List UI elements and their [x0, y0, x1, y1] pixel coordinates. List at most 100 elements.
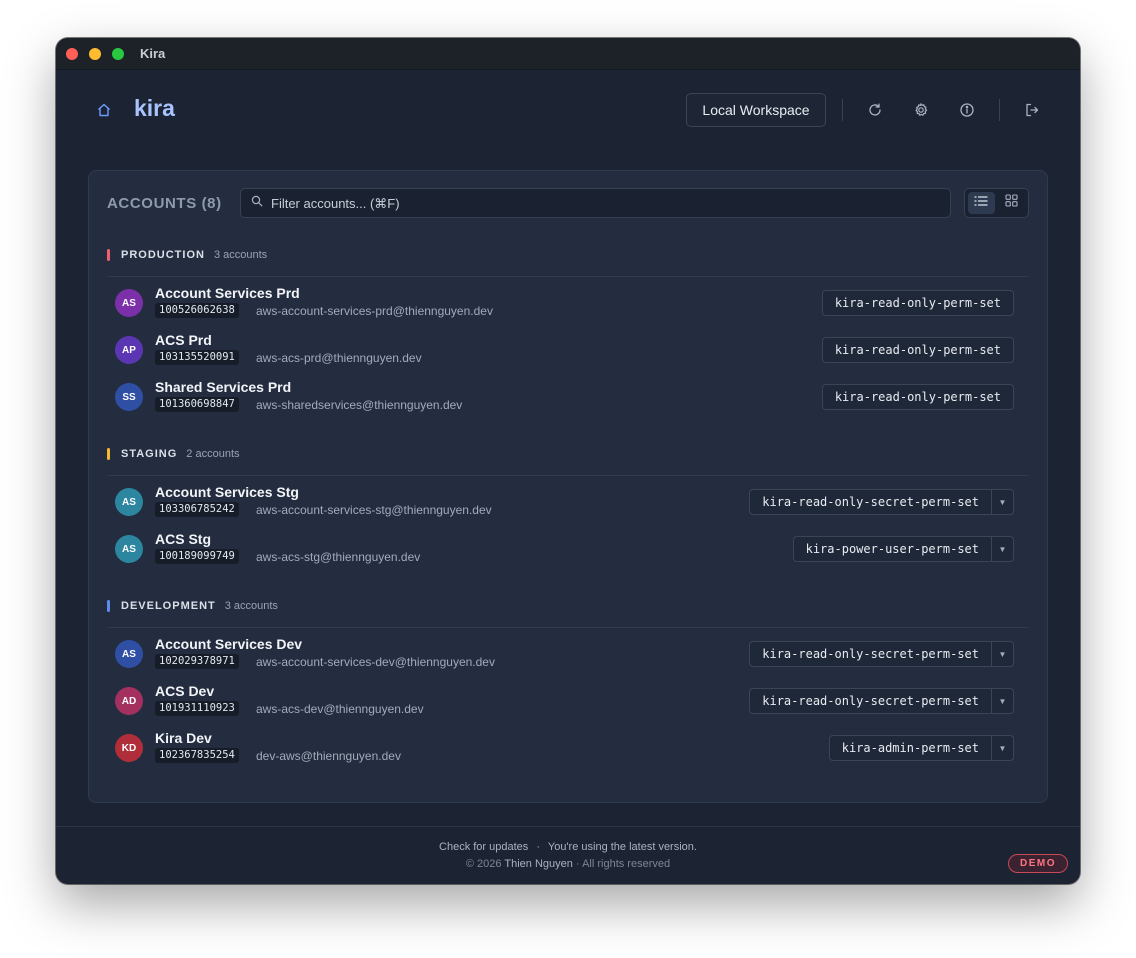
- group-name: DEVELOPMENT: [121, 599, 216, 612]
- update-status-text: You're using the latest version.: [547, 841, 697, 853]
- account-id[interactable]: 100189099749: [155, 549, 239, 564]
- avatar: KD: [115, 734, 143, 762]
- account-row[interactable]: AD ACS Dev 101931110923 aws-acs-dev@thienng…: [107, 679, 1029, 726]
- chevron-down-icon[interactable]: ▼: [991, 642, 1013, 666]
- logout-icon[interactable]: [1024, 102, 1040, 118]
- account-id[interactable]: 101360698847: [155, 397, 239, 412]
- permission-set-label: kira-read-only-perm-set: [834, 296, 1001, 310]
- account-name: Account Services Stg: [155, 484, 299, 500]
- minimize-window-button[interactable]: [89, 47, 101, 60]
- group-header-0: PRODUCTION 3 accounts: [107, 241, 1029, 277]
- chevron-down-icon[interactable]: ▼: [991, 537, 1013, 561]
- account-name: Account Services Prd: [155, 285, 300, 301]
- search-icon: [251, 194, 263, 212]
- account-email: aws-account-services-prd@thiennguyen.dev: [256, 304, 493, 318]
- grid-view-icon: [1005, 194, 1018, 212]
- avatar: AD: [115, 687, 143, 715]
- chevron-down-icon[interactable]: ▼: [991, 490, 1013, 514]
- avatar: AP: [115, 336, 143, 364]
- account-row[interactable]: AP ACS Prd 103135520091 aws-acs-prd@thienng…: [107, 328, 1029, 375]
- footer: Check for updates · You're using the lat…: [56, 826, 1080, 884]
- workspace-button[interactable]: Local Workspace: [686, 93, 826, 127]
- app-header: kira Local Workspace: [56, 70, 1080, 150]
- account-name: Account Services Dev: [155, 636, 303, 652]
- group-name: PRODUCTION: [121, 248, 205, 261]
- brand-logo-text: kira: [134, 95, 175, 121]
- account-id[interactable]: 101931110923: [155, 701, 239, 716]
- permission-set-select[interactable]: kira-read-only-secret-perm-set ▼: [749, 688, 1014, 714]
- permission-set-button[interactable]: kira-read-only-perm-set: [821, 290, 1014, 316]
- account-row[interactable]: AS ACS Stg 100189099749 aws-acs-stg@thienng…: [107, 527, 1029, 574]
- copyright-line: © 2026 Thien Nguyen · All rights reserve…: [56, 858, 1080, 870]
- chevron-down-icon[interactable]: ▼: [991, 736, 1013, 760]
- header-divider: [842, 99, 843, 121]
- permission-set-select[interactable]: kira-admin-perm-set ▼: [828, 735, 1014, 761]
- account-id[interactable]: 103135520091: [155, 350, 239, 365]
- permission-set-label: kira-read-only-perm-set: [834, 343, 1001, 357]
- accounts-panel: ACCOUNTS (8) PRODUCTION 3 accounts AS Accou…: [88, 170, 1048, 803]
- header-divider: [999, 99, 1000, 121]
- list-view-button[interactable]: [968, 192, 995, 214]
- account-email: aws-acs-prd@thiennguyen.dev: [256, 351, 422, 365]
- permission-set-button[interactable]: kira-read-only-perm-set: [821, 337, 1014, 363]
- zoom-window-button[interactable]: [112, 47, 124, 60]
- permission-set-label: kira-admin-perm-set: [841, 741, 979, 755]
- info-icon[interactable]: [959, 102, 975, 118]
- account-email: aws-acs-stg@thiennguyen.dev: [256, 550, 421, 564]
- group-color-bar: [107, 599, 110, 612]
- accounts-title: ACCOUNTS (8): [107, 195, 222, 212]
- avatar: SS: [115, 383, 143, 411]
- group-heading: PRODUCTION 3 accounts: [107, 241, 1029, 277]
- copyright-owner: Thien Nguyen: [504, 858, 573, 870]
- account-name: ACS Dev: [155, 683, 215, 699]
- filter-accounts-input[interactable]: [271, 195, 871, 211]
- account-name: Kira Dev: [155, 730, 212, 746]
- account-row[interactable]: AS Account Services Dev 102029378971 aws-ac…: [107, 632, 1029, 679]
- permission-set-select[interactable]: kira-read-only-secret-perm-set ▼: [749, 489, 1014, 515]
- avatar: AS: [115, 488, 143, 516]
- check-updates-link[interactable]: Check for updates: [439, 841, 528, 853]
- avatar: AS: [115, 535, 143, 563]
- close-window-button[interactable]: [66, 47, 78, 60]
- account-row[interactable]: AS Account Services Stg 103306785242 aws-ac…: [107, 480, 1029, 527]
- gear-icon[interactable]: [913, 102, 929, 118]
- home-icon[interactable]: [96, 102, 112, 118]
- account-name: ACS Prd: [155, 332, 212, 348]
- group-count: 3 accounts: [224, 599, 278, 612]
- account-email: aws-account-services-stg@thiennguyen.dev: [256, 503, 492, 517]
- copyright-rights: · All rights reserved: [575, 858, 671, 870]
- group-color-bar: [107, 447, 110, 460]
- account-email: dev-aws@thiennguyen.dev: [256, 749, 401, 763]
- permission-set-label: kira-read-only-secret-perm-set: [762, 647, 979, 661]
- account-email: aws-account-services-dev@thiennguyen.dev: [256, 655, 495, 669]
- account-row[interactable]: AS Account Services Prd 100526062638 aws-ac…: [107, 281, 1029, 328]
- permission-set-select[interactable]: kira-read-only-secret-perm-set ▼: [749, 641, 1014, 667]
- account-id[interactable]: 102029378971: [155, 654, 239, 669]
- filter-field[interactable]: [240, 188, 951, 218]
- grid-view-button[interactable]: [999, 192, 1026, 214]
- refresh-icon[interactable]: [867, 102, 883, 118]
- account-id[interactable]: 103306785242: [155, 502, 239, 517]
- group-count: 3 accounts: [213, 248, 268, 261]
- permission-set-select[interactable]: kira-power-user-perm-set ▼: [792, 536, 1014, 562]
- avatar: AS: [115, 640, 143, 668]
- chevron-down-icon[interactable]: ▼: [991, 689, 1013, 713]
- permission-set-label: kira-read-only-perm-set: [834, 390, 1001, 404]
- group-name: STAGING: [121, 447, 178, 460]
- view-toggle: [964, 188, 1029, 218]
- permission-set-label: kira-power-user-perm-set: [805, 542, 979, 556]
- group-heading: STAGING 2 accounts: [107, 440, 1029, 476]
- group-heading: DEVELOPMENT 3 accounts: [107, 592, 1029, 628]
- permission-set-button[interactable]: kira-read-only-perm-set: [821, 384, 1014, 410]
- group-header-1: STAGING 2 accounts: [107, 440, 1029, 476]
- group-header-2: DEVELOPMENT 3 accounts: [107, 592, 1029, 628]
- account-row[interactable]: KD Kira Dev 102367835254 dev-aws@thiennguye…: [107, 726, 1029, 773]
- account-email: aws-acs-dev@thiennguyen.dev: [256, 702, 424, 716]
- group-count: 2 accounts: [186, 447, 240, 460]
- account-id[interactable]: 102367835254: [155, 748, 239, 763]
- account-id[interactable]: 100526062638: [155, 303, 239, 318]
- account-email: aws-sharedservices@thiennguyen.dev: [256, 398, 463, 412]
- app-window: Kira kira Local Workspace ACCOUNTS (8) F…: [56, 38, 1080, 884]
- account-row[interactable]: SS Shared Services Prd 101360698847 aws-sha…: [107, 375, 1029, 422]
- demo-badge: DEMO: [1008, 854, 1068, 873]
